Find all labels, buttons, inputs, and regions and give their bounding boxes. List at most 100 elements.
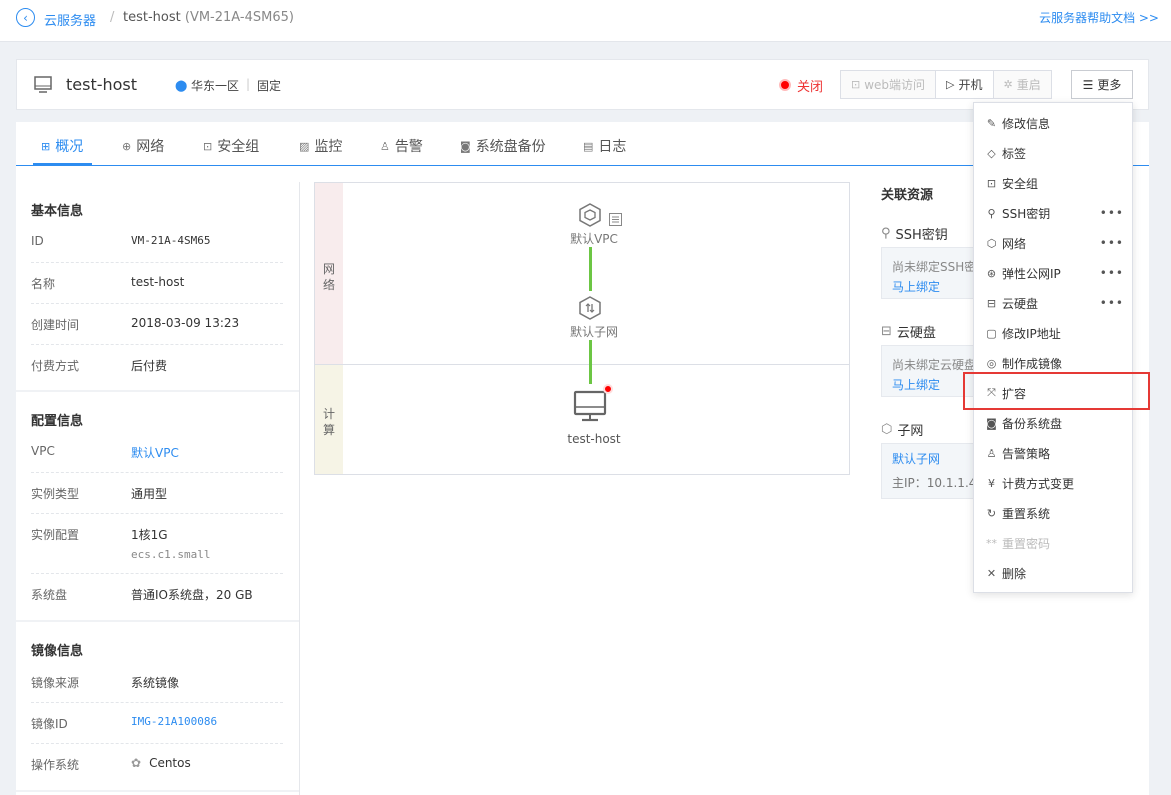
menu-item-elastic-ip[interactable]: ⊛ 弹性公网IP ••• [974,258,1132,288]
info-row: VPC 默认VPC [31,432,283,473]
menu-item-backup-disk[interactable]: ◙ 备份系统盘 [974,408,1132,438]
info-row: 系统盘 普通IO系统盘，20 GB [31,574,283,615]
menu-label: 安全组 [1002,176,1039,191]
web-access-button[interactable]: ⊡ web端访问 [841,71,937,98]
tab-alarm[interactable]: ♙ 告警 [380,136,423,156]
tab-network[interactable]: ⊕ 网络 [122,136,164,156]
host-monitor-icon[interactable] [573,388,609,424]
section-title: 配置信息 [31,414,84,429]
info-row: 名称 test-host [31,263,283,304]
subnet-link[interactable]: 默认子网 [892,450,940,467]
bell-icon: ♙ [986,446,997,460]
menu-item-delete[interactable]: ✕ 删除 [974,558,1132,588]
back-icon[interactable]: ‹ [16,8,35,27]
subnet-hexagon-icon[interactable] [579,296,601,320]
info-key: 创建时间 [31,318,80,332]
tab-disk-backup[interactable]: ◙ 系统盘备份 [460,136,546,156]
menu-item-tag[interactable]: ◇ 标签 [974,138,1132,168]
subnet-box: 默认子网 主IP：10.1.1.4 [881,443,981,499]
status-text: 关闭 [797,80,824,95]
ssh-title: SSH密钥 [895,228,948,243]
info-row: 实例类型 通用型 [31,473,283,514]
section-title: 镜像信息 [31,644,84,659]
menu-item-modify-ip[interactable]: ▢ 修改IP地址 [974,318,1132,348]
info-row: 操作系统 ✿ Centos [31,744,283,785]
close-icon: ✕ [986,566,997,580]
more-label: 更多 [1097,78,1122,92]
password-icon: ** [986,536,997,550]
info-value: 1核1G [131,528,168,542]
submenu-dots-icon[interactable]: ••• [1100,236,1124,250]
menu-label: 删除 [1002,566,1027,581]
refresh-icon: ↻ [986,506,997,520]
menu-item-edit-info[interactable]: ✎ 修改信息 [974,108,1132,138]
bind-ssh-link[interactable]: 马上绑定 [892,278,940,295]
help-doc-link[interactable]: 云服务器帮助文档 >> [1039,9,1159,26]
info-key: 实例类型 [31,487,80,501]
highlight-box [963,372,1150,410]
submenu-dots-icon[interactable]: ••• [1100,206,1124,220]
info-value: VM-21A-4SM65 [131,234,211,247]
menu-item-reset-password: ** 重置密码 [974,528,1132,558]
more-button[interactable]: ☰ 更多 [1071,70,1133,99]
info-row: 镜像ID IMG-21A100086 [31,703,283,744]
info-key: 实例配置 [31,528,80,542]
overview-icon: ⊞ [41,139,51,153]
ssh-key-box: 尚未绑定SSH密 马上绑定 [881,247,981,299]
menu-item-reset-system[interactable]: ↻ 重置系统 [974,498,1132,528]
restart-button[interactable]: ✲ 重启 [993,71,1051,98]
vpc-hexagon-icon[interactable] [579,203,601,227]
os-value: ✿ Centos [131,756,191,770]
menu-item-network[interactable]: ⬡ 网络 ••• [974,228,1132,258]
power-button-group: ⊡ web端访问 ▷ 开机 ✲ 重启 [840,70,1052,99]
host-node-label: test-host [567,432,621,446]
key-icon: ⚲ [987,206,996,220]
instance-spec: ecs.c1.small [131,548,211,561]
subnet-section: ⬡ 子网 [881,420,923,439]
active-tab-indicator [33,163,92,166]
list-icon[interactable] [609,213,622,226]
image-id-link[interactable]: IMG-21A100086 [131,715,217,728]
menu-label: 重置系统 [1002,506,1051,521]
tab-label: 日志 [598,139,627,155]
breadcrumb-host: test-host [123,10,181,25]
menu-item-security-group[interactable]: ⊡ 安全组 [974,168,1132,198]
tab-log[interactable]: ▤ 日志 [583,136,626,156]
menu-item-billing-change[interactable]: ¥ 计费方式变更 [974,468,1132,498]
host-name: test-host [66,75,138,94]
monitor-icon [34,76,52,93]
start-label: 开机 [958,78,983,92]
os-name: Centos [149,756,191,770]
menu-item-ssh-key[interactable]: ⚲ SSH密钥 ••• [974,198,1132,228]
subnet-ip: 主IP：10.1.1.4 [892,476,977,490]
submenu-dots-icon[interactable]: ••• [1100,296,1124,310]
info-row: 付费方式 后付费 [31,345,283,386]
bind-disk-link[interactable]: 马上绑定 [892,376,940,393]
column-divider [299,182,300,795]
info-value: 后付费 [131,359,168,373]
vpc-link[interactable]: 默认VPC [131,444,179,461]
menu-item-cloud-disk[interactable]: ⊟ 云硬盘 ••• [974,288,1132,318]
info-row: 镜像来源 系统镜像 [31,662,283,703]
subnet-host-link [589,340,592,384]
tab-security-group[interactable]: ⊡ 安全组 [203,136,259,156]
chart-icon: ▨ [299,139,310,153]
breadcrumb-root[interactable]: 云服务器 [44,10,96,29]
menu-item-alarm-policy[interactable]: ♙ 告警策略 [974,438,1132,468]
tab-overview[interactable]: ⊞ 概况 [41,136,83,156]
centos-icon: ✿ [131,756,142,770]
ip-icon: ▢ [986,326,997,340]
network-lane-label: 网络 [323,262,336,292]
submenu-dots-icon[interactable]: ••• [1100,266,1124,280]
ssh-key-section: ⚲ SSH密钥 [881,224,948,243]
info-key: 付费方式 [31,359,80,373]
edit-icon: ✎ [986,116,997,130]
breadcrumb-current: test-host (VM-21A-4SM65) [123,10,294,25]
info-row: ID VM-21A-4SM65 [31,222,283,263]
tab-monitor[interactable]: ▨ 监控 [299,136,342,156]
tab-label: 网络 [136,139,165,155]
start-button[interactable]: ▷ 开机 [936,71,994,98]
bell-icon: ♙ [380,139,390,153]
host-status-dot-icon [603,384,613,394]
lock-icon: ⊡ [986,176,997,190]
